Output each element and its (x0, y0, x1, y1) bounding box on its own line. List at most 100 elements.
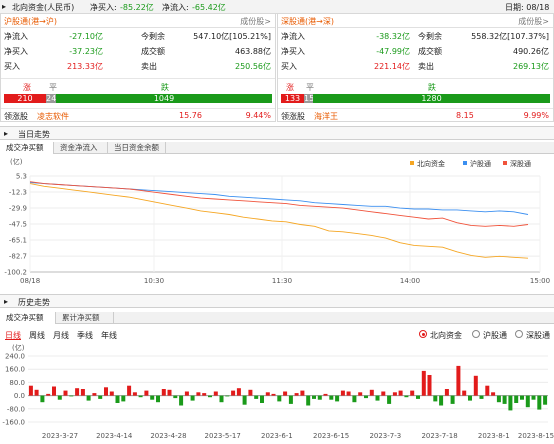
collapse-arrow-icon[interactable]: ▸ (2, 2, 6, 11)
history-bar (115, 395, 120, 403)
sh-connect-panel: 沪股通(港→沪) 成份股> 净流入 -27.10亿 今剩余 547.10亿[10… (0, 14, 276, 122)
history-bar (358, 392, 363, 396)
sz-connect-panel: 深股通(港→深) 成份股> 净流入 -38.32亿 今剩余 558.32亿[10… (277, 14, 554, 122)
history-bar (242, 395, 247, 405)
history-bar (352, 395, 357, 403)
sz-leader-price: 8.15 (456, 111, 474, 120)
history-bar (156, 395, 160, 403)
history-bar (231, 390, 236, 396)
history-bar (271, 393, 276, 396)
legend-swatch-sz (503, 161, 507, 165)
history-bar (46, 393, 51, 396)
radio-sz-label[interactable]: 深股通 (526, 330, 550, 341)
history-bar (508, 395, 513, 411)
radio-sh-label[interactable]: 沪股通 (483, 330, 507, 341)
history-bar (369, 389, 374, 396)
topbar-title: 北向资金(人民币) (12, 3, 75, 12)
sz-leader-label: 领涨股 (281, 112, 305, 121)
sh-inflow-label: 净流入 (4, 32, 28, 41)
sz-leader-name[interactable]: 海洋王 (314, 111, 338, 122)
history-xtick-label: 2023-8-15 (518, 432, 554, 440)
period-yearly[interactable]: 年线 (101, 330, 117, 341)
history-bar (63, 390, 68, 396)
intraday-ytick-label: -82.7 (9, 253, 27, 261)
history-bar (317, 395, 322, 400)
history-bar (288, 395, 293, 404)
sh-flat-label: 平 (49, 83, 57, 92)
period-daily[interactable]: 日线 (5, 330, 21, 341)
history-xtick-label: 2023-4-28 (150, 432, 186, 440)
history-bar (381, 391, 386, 396)
sz-sell-label: 卖出 (418, 62, 434, 71)
history-bar (421, 370, 426, 396)
sh-sell-value: 250.56亿 (235, 62, 271, 71)
history-bar (375, 395, 380, 401)
period-quarterly[interactable]: 季线 (77, 330, 93, 341)
sh-down-bar: 1049 (56, 94, 272, 103)
sh-buy-label: 买入 (4, 62, 20, 71)
sh-leader-name[interactable]: 凌志软件 (37, 111, 69, 122)
sh-leader-price: 15.76 (179, 111, 202, 120)
tab-intraday-balance[interactable]: 当日资金余额 (108, 142, 166, 154)
intraday-ytick-label: 5.3 (16, 173, 27, 181)
radio-north-icon[interactable] (419, 330, 427, 338)
intraday-xtick-label: 11:30 (272, 277, 292, 285)
date-label: 日期: 08/18 (505, 3, 550, 12)
legend-sh[interactable]: 沪股通 (470, 159, 491, 168)
history-xtick-label: 2023-7-3 (369, 432, 401, 440)
legend-swatch-sh (463, 161, 467, 165)
history-xtick-label: 2023-7-18 (421, 432, 457, 440)
sz-inflow-value: -38.32亿 (376, 32, 410, 41)
history-bar (202, 393, 207, 396)
history-bar (254, 395, 259, 399)
history-arrow-icon[interactable]: ▸ (4, 297, 8, 306)
radio-sh-icon[interactable] (472, 330, 480, 338)
sh-sell-label: 卖出 (141, 62, 157, 71)
history-bar (294, 393, 299, 396)
history-bar-chart: (亿) 240.0 160.0 80.0 0.0 -80.0 -160.0 2023-3-2… (2, 343, 554, 440)
history-bar (150, 395, 155, 400)
intraday-xtick-label: 08/18 (20, 277, 40, 285)
history-bar (300, 390, 305, 396)
sz-netbuy-value: -47.99亿 (376, 47, 410, 56)
intraday-ytick-label: -47.5 (9, 221, 27, 229)
history-section-header[interactable]: ▸ 历史走势 (0, 294, 554, 308)
history-bar (479, 395, 484, 399)
history-bar (196, 392, 201, 396)
history-bar (491, 392, 496, 396)
sh-panel-title: 沪股通(港→沪) (4, 17, 57, 26)
tab-history-cumulative[interactable]: 累计净买额 (56, 312, 114, 324)
history-bar (104, 387, 108, 396)
history-bar (98, 395, 103, 399)
tab-intraday-netbuy[interactable]: 成交净买额 (0, 142, 54, 154)
history-bar (57, 395, 62, 400)
history-bar (179, 395, 184, 406)
history-bar (392, 392, 397, 396)
tab-intraday-inflow[interactable]: 资金净流入 (54, 142, 108, 154)
history-section-title: 历史走势 (18, 298, 50, 307)
period-weekly[interactable]: 周线 (29, 330, 45, 341)
sz-flat-label: 平 (306, 83, 314, 92)
legend-sz[interactable]: 深股通 (510, 159, 531, 168)
radio-north-label[interactable]: 北向资金 (430, 330, 462, 341)
history-bar (520, 395, 524, 400)
sh-panel-header: 沪股通(港→沪) 成份股> (1, 14, 275, 28)
history-bar (86, 395, 91, 401)
history-xtick-label: 2023-8-1 (478, 432, 510, 440)
period-monthly[interactable]: 月线 (53, 330, 69, 341)
intraday-unit-label: (亿) (10, 157, 23, 166)
sh-inflow-value: -27.10亿 (69, 32, 103, 41)
intraday-legend: 北向资金 沪股通 深股通 (410, 159, 531, 168)
history-bar (28, 385, 33, 396)
intraday-section-header[interactable]: ▸ 当日走势 (0, 126, 554, 140)
intraday-ytick-label: -100.2 (4, 269, 27, 277)
intraday-arrow-icon[interactable]: ▸ (4, 129, 8, 138)
legend-north[interactable]: 北向资金 (417, 159, 445, 168)
history-bar (427, 375, 432, 396)
sh-constituents-link[interactable]: 成份股> (240, 16, 271, 27)
sz-constituents-link[interactable]: 成份股> (518, 16, 549, 27)
radio-sz-icon[interactable] (515, 330, 523, 338)
tab-history-netbuy[interactable]: 成交净买额 (0, 312, 56, 324)
history-bar (236, 388, 241, 396)
history-bar (537, 395, 542, 410)
